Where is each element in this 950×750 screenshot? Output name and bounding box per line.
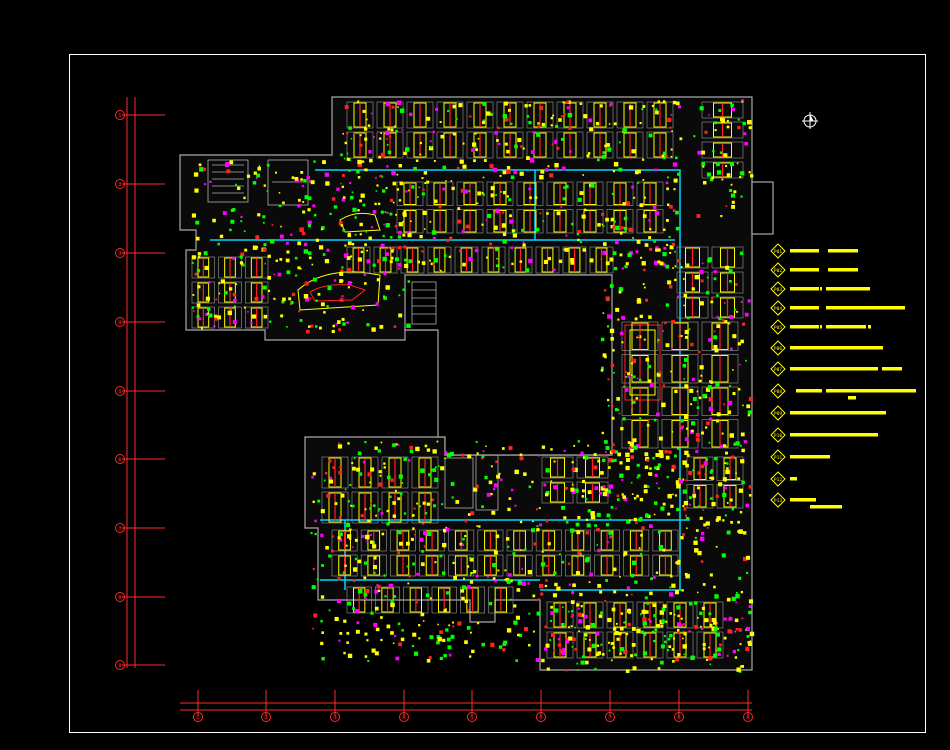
axis-label: ③	[332, 715, 337, 722]
axis-label: ⑦	[607, 715, 612, 722]
axis-label: ⑨	[117, 663, 122, 670]
axis-label: ⑤	[469, 715, 474, 722]
axis-label: ②	[263, 715, 268, 722]
axis-label: ②	[117, 182, 122, 189]
axis-label: ④	[117, 320, 122, 327]
axis-label: ⑧	[117, 595, 122, 602]
legend-code: P08	[774, 389, 782, 395]
legend-code: P12	[774, 477, 782, 483]
legend-code: P06	[774, 346, 782, 352]
axis-label: ①	[195, 715, 200, 722]
legend-code: P13	[774, 498, 782, 504]
cad-drawing-canvas: ① ② ③ ④ ⑤ ⑥ ⑦ ⑧ ⑨ ① ② ③ ④ ⑤ ⑥ ⑦ ⑧ ⑨ P01P02P03P04P05P06P0…	[0, 0, 950, 750]
axis-label: ⑨	[745, 715, 750, 722]
axis-label: ④	[401, 715, 406, 722]
axis-label: ⑧	[676, 715, 681, 722]
axis-label: ③	[117, 251, 122, 258]
legend-code: P05	[774, 325, 782, 331]
axis-label: ⑥	[117, 457, 122, 464]
axis-label: ⑤	[117, 389, 122, 396]
axis-label: ①	[117, 113, 122, 120]
legend-code: P10	[774, 433, 782, 439]
axis-label: ⑥	[538, 715, 543, 722]
legend-code: P02	[774, 268, 782, 274]
legend-code: P09	[774, 411, 782, 417]
axis-label: ⑦	[117, 526, 122, 533]
legend-code: P03	[774, 287, 782, 293]
legend-code: P01	[774, 249, 782, 255]
legend-code: P11	[774, 455, 782, 461]
legend-code: P04	[774, 306, 782, 312]
legend-code: P07	[774, 367, 782, 373]
